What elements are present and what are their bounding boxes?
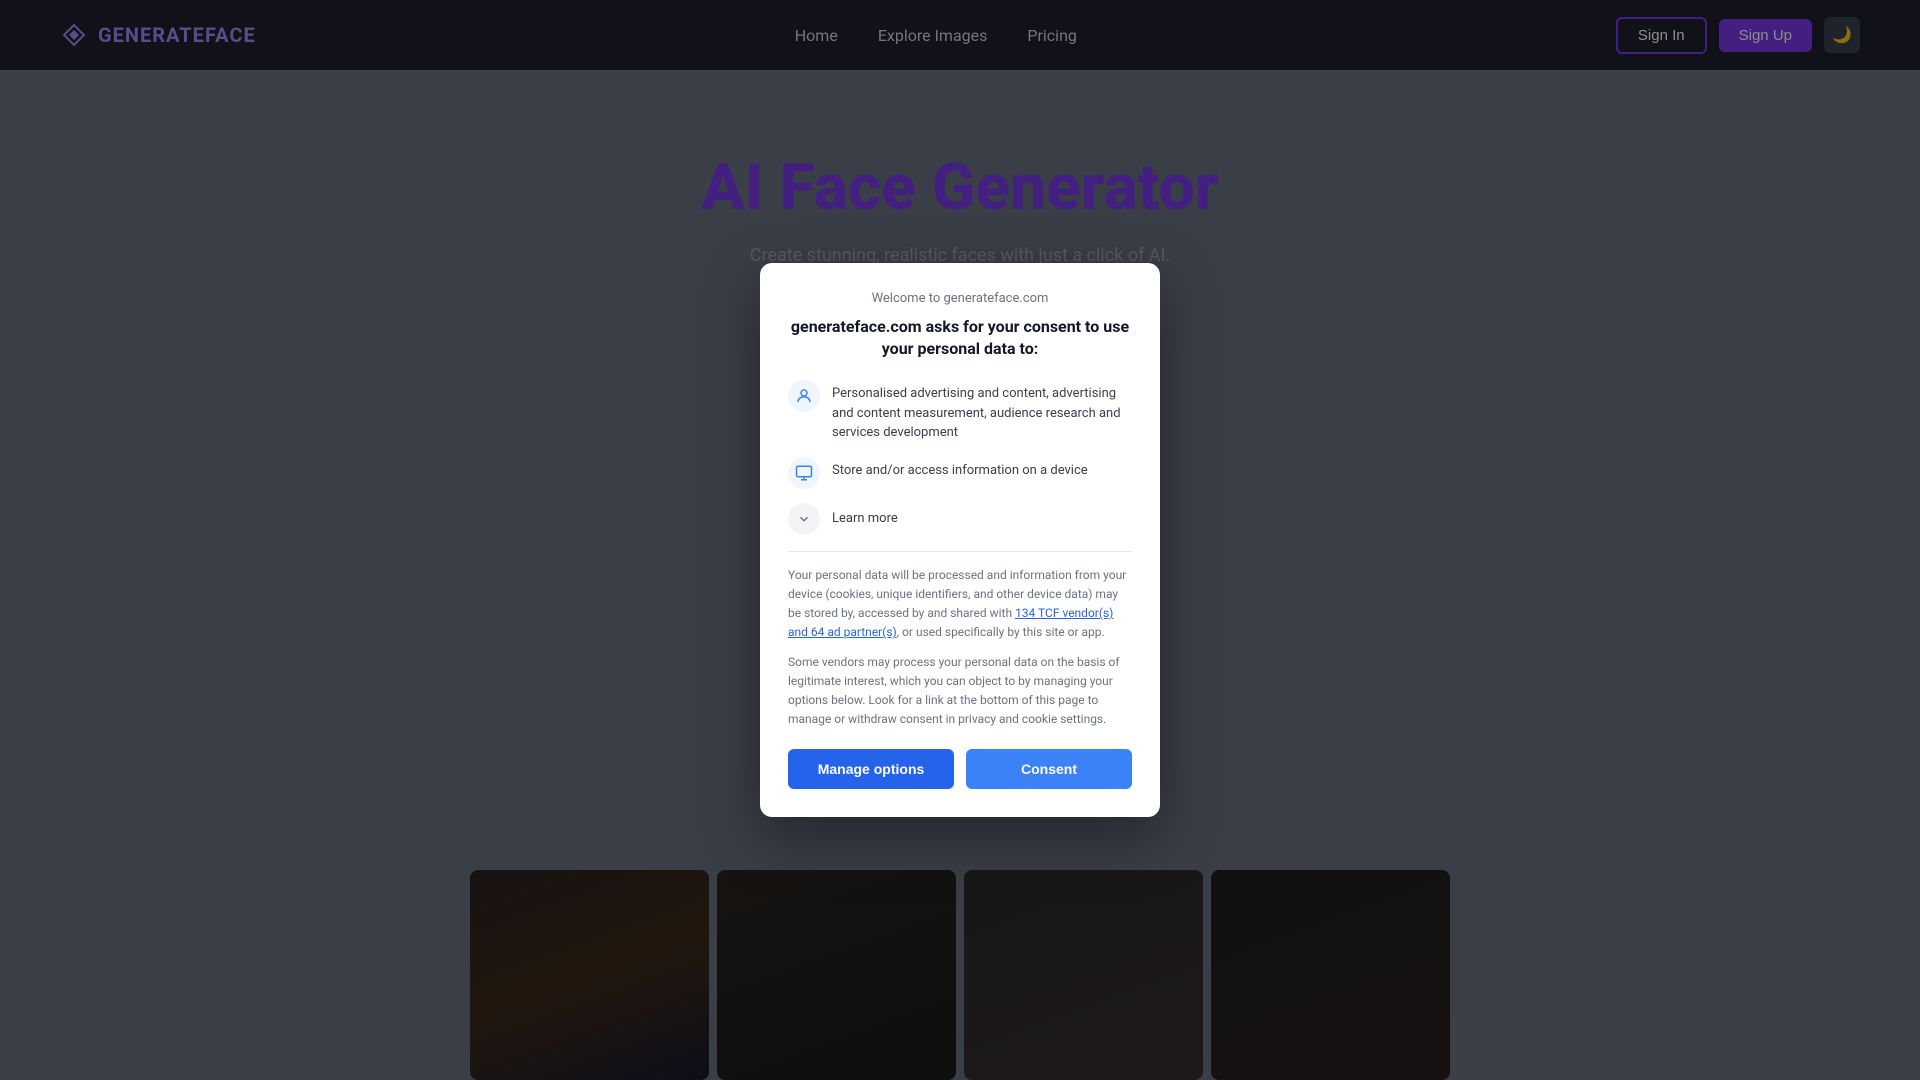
divider xyxy=(788,551,1132,552)
store-text: Store and/or access information on a dev… xyxy=(832,457,1088,481)
learn-more-text[interactable]: Learn more xyxy=(832,511,898,526)
consent-header: Welcome to generateface.com xyxy=(788,291,1132,306)
body-text-1: Your personal data will be processed and… xyxy=(788,566,1132,643)
consent-title: generateface.com asks for your consent t… xyxy=(788,316,1132,361)
personalised-text: Personalised advertising and content, ad… xyxy=(832,380,1132,443)
body-text-2: Some vendors may process your personal d… xyxy=(788,653,1132,730)
consent-actions: Manage options Consent xyxy=(788,749,1132,789)
learn-more-item: Learn more xyxy=(788,503,1132,535)
chevron-down-icon xyxy=(788,503,820,535)
consent-modal: Welcome to generateface.com generateface… xyxy=(760,263,1160,818)
consent-item-store: Store and/or access information on a dev… xyxy=(788,457,1132,489)
manage-options-button[interactable]: Manage options xyxy=(788,749,954,789)
consent-button[interactable]: Consent xyxy=(966,749,1132,789)
consent-item-personalised: Personalised advertising and content, ad… xyxy=(788,380,1132,443)
personalised-icon xyxy=(788,380,820,412)
store-icon xyxy=(788,457,820,489)
modal-backdrop: Welcome to generateface.com generateface… xyxy=(0,0,1920,1080)
